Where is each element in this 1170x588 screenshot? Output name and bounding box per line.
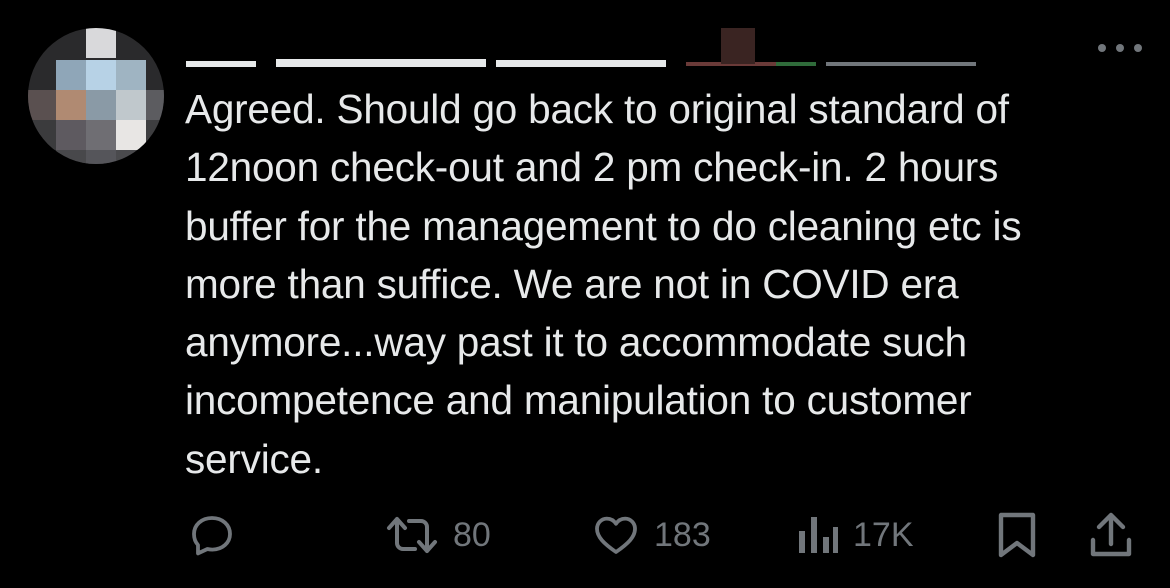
- retweet-count: 80: [453, 515, 491, 554]
- action-bar: 80 183 17K: [0, 505, 1170, 565]
- bookmark-button[interactable]: [995, 505, 1039, 565]
- more-horizontal-icon[interactable]: [1098, 40, 1142, 56]
- reply-icon: [188, 511, 236, 559]
- views-icon: [795, 511, 839, 559]
- tweet[interactable]: Agreed. Should go back to original stand…: [0, 0, 1170, 588]
- retweet-icon: [385, 511, 439, 559]
- like-button[interactable]: 183: [592, 505, 711, 565]
- author-name-redacted[interactable]: [186, 28, 976, 72]
- bookmark-icon: [995, 510, 1039, 560]
- heart-icon: [592, 511, 640, 559]
- share-button[interactable]: [1088, 505, 1134, 565]
- share-icon: [1088, 510, 1134, 560]
- like-count: 183: [654, 515, 711, 554]
- avatar[interactable]: [28, 28, 164, 164]
- tweet-text: Agreed. Should go back to original stand…: [185, 86, 1022, 482]
- retweet-button[interactable]: 80: [385, 505, 491, 565]
- views-button[interactable]: 17K: [795, 505, 914, 565]
- views-count: 17K: [853, 515, 914, 554]
- reply-button[interactable]: [188, 505, 250, 565]
